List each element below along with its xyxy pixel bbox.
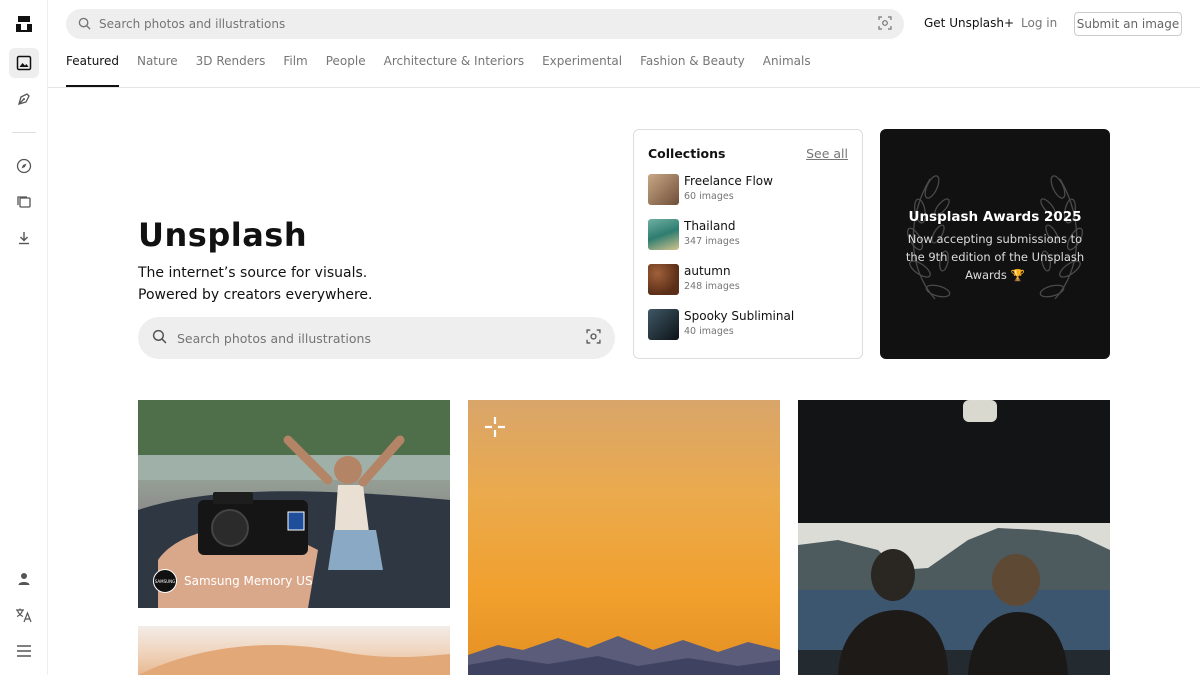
tab-experimental[interactable]: Experimental <box>542 54 622 87</box>
left-rail <box>0 0 48 675</box>
search-icon <box>152 329 167 348</box>
collection-count: 40 images <box>684 326 734 337</box>
awards-title: Unsplash Awards 2025 <box>908 209 1082 225</box>
tab-architecture-interiors[interactable]: Architecture & Interiors <box>384 54 524 87</box>
collections-icon[interactable] <box>9 187 39 217</box>
collection-count: 60 images <box>684 191 734 202</box>
collection-count: 248 images <box>684 281 740 292</box>
get-unsplash-plus-link[interactable]: Get Unsplash+ <box>924 16 1014 30</box>
unsplash-logo-icon[interactable] <box>9 9 39 39</box>
download-icon[interactable] <box>9 223 39 253</box>
tab-animals[interactable]: Animals <box>763 54 811 87</box>
collection-item[interactable]: autumn 248 images <box>648 264 848 296</box>
photo-card[interactable] <box>468 400 780 675</box>
hero-subtitle-line-2: Powered by creators everywhere. <box>138 287 373 303</box>
collection-name: Spooky Subliminal <box>684 309 795 323</box>
collection-thumbnail <box>648 219 679 250</box>
collection-thumbnail <box>648 309 679 340</box>
unsplash-plus-icon <box>483 415 507 443</box>
page-title: Unsplash <box>138 216 308 254</box>
photo-card[interactable] <box>798 400 1110 675</box>
author-avatar-logo: SAMSUNG <box>154 578 176 584</box>
collections-card: Collections See all Freelance Flow 60 im… <box>633 129 863 359</box>
collection-thumbnail <box>648 174 679 205</box>
collection-count: 347 images <box>684 236 740 247</box>
hero-search-bar[interactable] <box>138 317 615 359</box>
awards-description: Now accepting submissions to the 9th edi… <box>905 232 1085 282</box>
language-icon[interactable] <box>9 600 39 630</box>
tab-featured[interactable]: Featured <box>66 54 119 87</box>
search-icon <box>78 15 91 34</box>
tabs-divider <box>48 87 1200 88</box>
rail-divider <box>12 132 36 133</box>
hero-search-input[interactable] <box>177 330 586 346</box>
tab-people[interactable]: People <box>326 54 366 87</box>
photo-image <box>798 400 1110 675</box>
collection-name: Freelance Flow <box>684 174 773 188</box>
tab-nature[interactable]: Nature <box>137 54 178 87</box>
menu-icon[interactable] <box>9 636 39 666</box>
collection-name: Thailand <box>684 219 736 233</box>
photo-image <box>138 644 450 675</box>
collection-item[interactable]: Spooky Subliminal 40 images <box>648 309 848 341</box>
author-name: Samsung Memory US <box>184 574 313 588</box>
collection-item[interactable]: Thailand 347 images <box>648 219 848 251</box>
collection-thumbnail <box>648 264 679 295</box>
tab-fashion-beauty[interactable]: Fashion & Beauty <box>640 54 745 87</box>
hero-subtitle-line-1: The internet’s source for visuals. <box>138 265 368 281</box>
author-avatar: SAMSUNG <box>153 569 177 593</box>
visual-search-icon[interactable] <box>878 15 892 34</box>
explore-icon[interactable] <box>9 151 39 181</box>
photos-icon[interactable] <box>9 48 39 78</box>
user-icon[interactable] <box>9 564 39 594</box>
visual-search-icon[interactable] <box>586 328 601 348</box>
photo-image <box>468 636 780 675</box>
collection-item[interactable]: Freelance Flow 60 images <box>648 174 848 206</box>
collection-name: autumn <box>684 264 731 278</box>
tab-film[interactable]: Film <box>283 54 307 87</box>
collections-heading: Collections <box>648 146 726 161</box>
awards-card[interactable]: Unsplash Awards 2025 Now accepting submi… <box>880 129 1110 359</box>
category-tabs: Featured Nature 3D Renders Film People A… <box>66 54 829 87</box>
photo-card[interactable] <box>138 626 450 675</box>
illustrations-icon[interactable] <box>9 84 39 114</box>
hero-subtitle: The internet’s source for visuals. Power… <box>138 262 373 306</box>
photo-author[interactable]: SAMSUNG Samsung Memory US <box>153 569 313 593</box>
tab-3d-renders[interactable]: 3D Renders <box>196 54 266 87</box>
photo-card[interactable]: SAMSUNG Samsung Memory US <box>138 400 450 608</box>
see-all-link[interactable]: See all <box>806 146 848 161</box>
login-link[interactable]: Log in <box>1021 16 1057 30</box>
top-search-bar[interactable] <box>66 9 904 39</box>
submit-image-button[interactable]: Submit an image <box>1074 12 1182 36</box>
top-search-input[interactable] <box>99 17 878 31</box>
